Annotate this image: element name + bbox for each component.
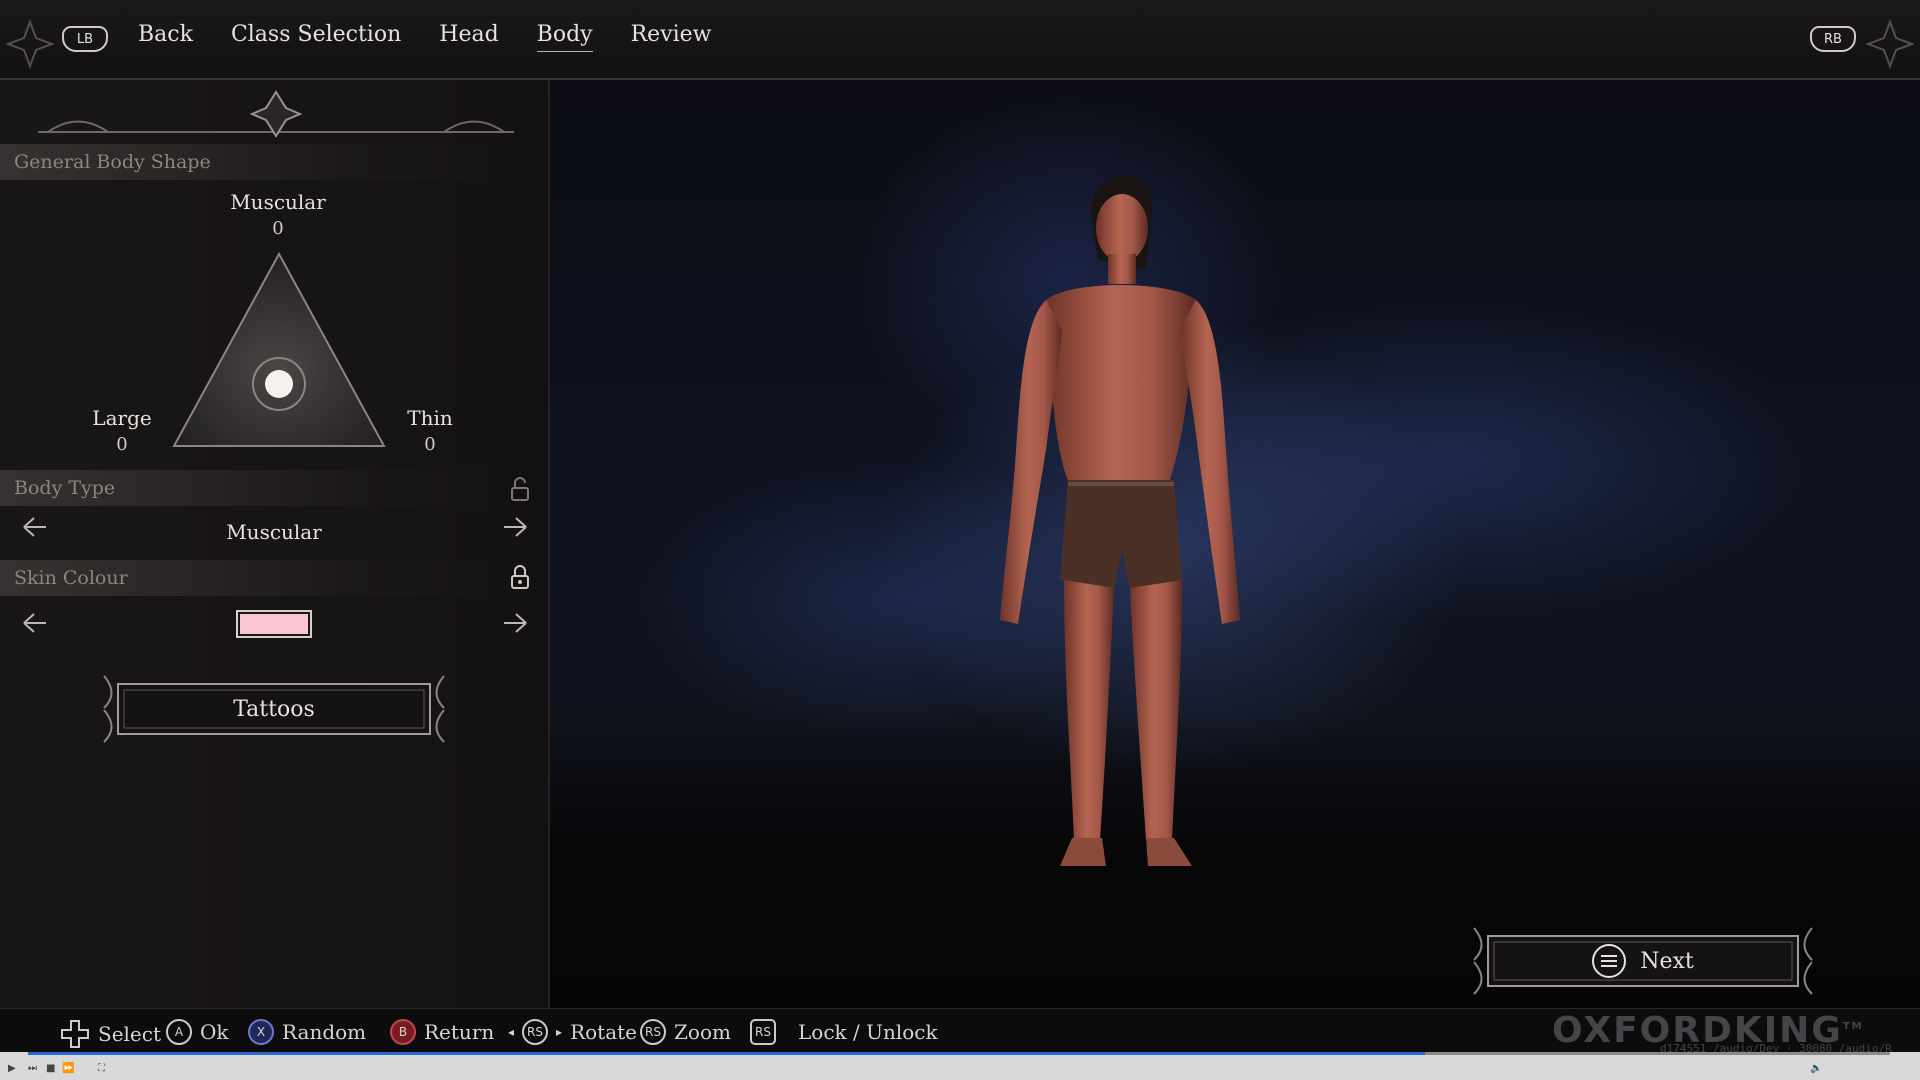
tab-class-selection[interactable]: Class Selection	[231, 22, 401, 52]
thin-axis-value: 0	[424, 434, 436, 455]
top-nav-bar: LB Back Class Selection Head Body Review…	[0, 0, 1920, 80]
menu-button-icon	[1592, 944, 1627, 978]
skin-colour-swatch-fill	[240, 614, 308, 634]
tattoos-button[interactable]: Tattoos	[100, 670, 448, 748]
hint-random-label: Random	[282, 1020, 367, 1044]
hint-lock-unlock-label: Lock / Unlock	[798, 1020, 938, 1044]
hint-return-label: Return	[424, 1020, 495, 1044]
hint-ok-label: Ok	[200, 1020, 229, 1044]
large-axis-value: 0	[116, 434, 128, 455]
rb-bumper-button[interactable]: RB	[1810, 26, 1856, 52]
muscular-axis-value: 0	[272, 218, 284, 239]
stop-icon[interactable]: ■	[46, 1063, 55, 1074]
tab-body[interactable]: Body	[536, 22, 593, 52]
skin-colour-next-arrow-icon[interactable]	[500, 608, 530, 638]
rs-zoom-button-icon: RS	[640, 1019, 666, 1045]
large-axis-label: Large	[92, 406, 152, 430]
hint-rotate-label: Rotate	[570, 1020, 637, 1044]
tab-back[interactable]: Back	[138, 22, 193, 52]
b-button-icon: B	[390, 1019, 416, 1045]
ornament-corner-left-icon	[5, 19, 55, 69]
skin-colour-swatch[interactable]	[236, 610, 312, 638]
hint-return: B Return	[390, 1019, 494, 1045]
hint-select-label: Select	[98, 1022, 162, 1046]
hint-zoom: RS Zoom	[640, 1019, 731, 1045]
left-arrow-icon: ◂	[508, 1025, 515, 1039]
volume-icon[interactable]: 🔈	[1810, 1063, 1822, 1074]
x-button-icon: X	[248, 1019, 274, 1045]
rs-button-icon: RS	[522, 1019, 549, 1045]
rs-press-button-icon: RS	[750, 1019, 776, 1045]
tab-review[interactable]: Review	[631, 22, 712, 52]
nav-tabs: Back Class Selection Head Body Review	[138, 22, 712, 52]
muscular-axis-label: Muscular	[230, 190, 326, 214]
body-type-next-arrow-icon[interactable]	[500, 512, 530, 542]
play-icon[interactable]: ▶	[8, 1063, 16, 1074]
skip-icon[interactable]: ⏭	[28, 1063, 37, 1074]
customization-panel: General Body Shape Muscular 0 Large 0 Th…	[0, 80, 550, 1008]
hint-zoom-label: Zoom	[674, 1020, 731, 1044]
character-viewport[interactable]	[550, 80, 1920, 1008]
hint-select: Select	[60, 1019, 161, 1049]
a-button-icon: A	[166, 1019, 192, 1045]
tattoos-button-label: Tattoos	[233, 696, 315, 722]
character-model[interactable]	[960, 150, 1280, 950]
next-button[interactable]: Next	[1470, 922, 1816, 1000]
skin-colour-prev-arrow-icon[interactable]	[20, 608, 50, 638]
tab-head[interactable]: Head	[439, 22, 498, 52]
right-arrow-icon: ▸	[556, 1025, 563, 1039]
video-progress-fill	[28, 1052, 1425, 1055]
hint-ok: A Ok	[166, 1019, 229, 1045]
body-shape-handle[interactable]	[265, 370, 293, 398]
dpad-icon	[61, 1020, 89, 1048]
video-progress-bar[interactable]	[28, 1052, 1890, 1055]
next-track-icon[interactable]: ⏩	[62, 1063, 74, 1074]
lock-icon[interactable]	[510, 564, 530, 590]
fullscreen-icon[interactable]: ⛶	[98, 1063, 105, 1074]
unlock-icon[interactable]	[510, 476, 530, 502]
thin-axis-label: Thin	[407, 406, 453, 430]
lb-bumper-button[interactable]: LB	[62, 26, 108, 52]
hint-random: X Random	[248, 1019, 366, 1045]
panel-ornament-icon	[38, 90, 514, 138]
video-player-bar	[0, 1052, 1920, 1080]
hint-lock-unlock: RS Lock / Unlock	[750, 1019, 938, 1045]
general-body-shape-header: General Body Shape	[0, 144, 520, 180]
hint-rotate: ◂ RS ▸ Rotate	[508, 1019, 637, 1045]
body-type-value: Muscular	[226, 520, 322, 544]
body-type-header: Body Type	[0, 470, 520, 506]
next-button-label: Next	[1640, 948, 1694, 974]
body-shape-triangle[interactable]	[170, 250, 388, 450]
ornament-corner-right-icon	[1865, 19, 1915, 69]
skin-colour-header: Skin Colour	[0, 560, 520, 596]
